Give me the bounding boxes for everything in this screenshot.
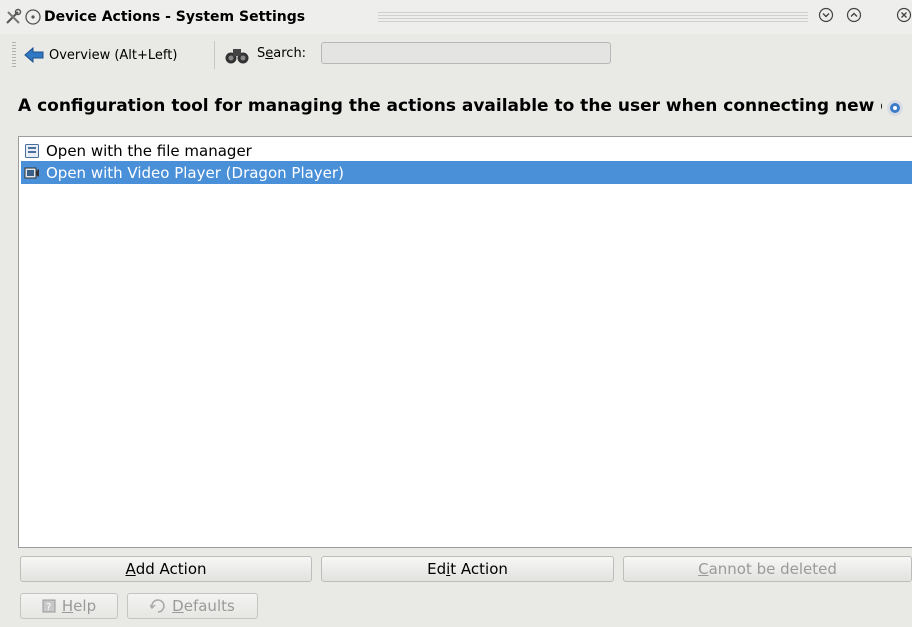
actions-list[interactable]: Open with the file manager Open with Vid…	[18, 136, 912, 548]
maximize-icon[interactable]	[846, 7, 862, 23]
svg-text:?: ?	[46, 602, 51, 613]
title-bar[interactable]: Device Actions - System Settings	[0, 0, 912, 34]
list-item-label: Open with the file manager	[46, 141, 252, 160]
back-arrow-icon	[24, 47, 44, 63]
title-decoration	[378, 12, 808, 22]
search-label: Search:	[257, 46, 307, 61]
page-description: A configuration tool for managing the ac…	[18, 96, 882, 116]
add-action-button[interactable]: Add Action	[20, 556, 312, 582]
list-item-file-manager[interactable]: Open with the file manager	[21, 139, 912, 162]
help-button[interactable]: ? Help	[20, 593, 118, 619]
gear-icon[interactable]	[884, 96, 906, 118]
tools-icon[interactable]	[4, 8, 22, 26]
overview-back-button[interactable]: Overview (Alt+Left)	[24, 43, 177, 67]
defaults-icon	[150, 599, 165, 613]
help-icon: ?	[42, 599, 56, 613]
binoculars-icon	[225, 49, 249, 64]
window-title: Device Actions - System Settings	[44, 9, 306, 25]
list-item-label: Open with Video Player (Dragon Player)	[46, 163, 344, 182]
overview-back-label: Overview (Alt+Left)	[49, 47, 178, 63]
minimize-icon[interactable]	[818, 7, 834, 23]
search-input[interactable]	[321, 42, 611, 64]
file-manager-icon	[25, 143, 39, 158]
close-icon[interactable]	[896, 7, 912, 23]
list-item-video-player[interactable]: Open with Video Player (Dragon Player)	[21, 161, 912, 184]
toolbar: Overview (Alt+Left) Search:	[0, 34, 912, 76]
defaults-button[interactable]: Defaults	[127, 593, 258, 619]
toolbar-grip[interactable]	[12, 42, 16, 68]
video-player-icon	[24, 167, 39, 178]
edit-action-button[interactable]: Ed i t Action	[321, 556, 614, 582]
sticky-icon[interactable]	[24, 8, 42, 26]
toolbar-separator	[214, 41, 215, 69]
delete-action-button[interactable]: Cannot be deleted	[623, 556, 912, 582]
